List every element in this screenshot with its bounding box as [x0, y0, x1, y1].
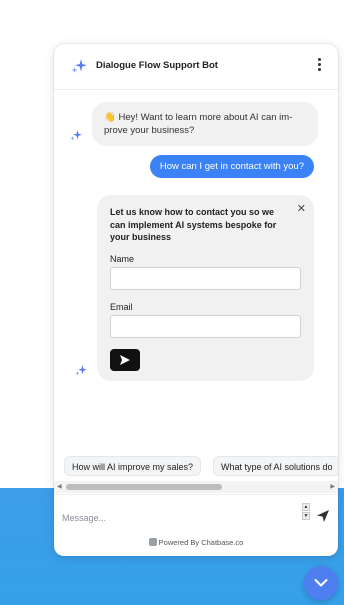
scroll-right-icon[interactable]: ▶ [330, 483, 335, 490]
scrollbar-thumb[interactable] [66, 484, 222, 490]
contact-form-card: ✕ Let us know how to contact you so we c… [97, 195, 314, 381]
resize-stepper[interactable]: ▲ ▼ [302, 503, 312, 525]
chevron-down-icon [314, 579, 328, 587]
message-input[interactable]: Message... [62, 513, 106, 523]
suggestion-chip[interactable]: How will AI improve my sales? [64, 456, 202, 476]
send-arrow-icon [120, 355, 130, 365]
powered-by-footer[interactable]: Powered By Chatbase.co [54, 538, 338, 547]
email-field[interactable] [110, 315, 301, 338]
bot-avatar-sparkle-icon [75, 365, 87, 376]
email-label: Email [110, 302, 133, 312]
chatbase-logo-icon [148, 538, 157, 546]
chat-header: Dialogue Flow Support Bot [54, 44, 338, 90]
suggestion-chip[interactable]: What type of AI solutions do [213, 456, 338, 476]
name-label: Name [110, 254, 135, 264]
chat-title: Dialogue Flow Support Bot [96, 60, 218, 71]
kebab-menu-icon[interactable] [316, 58, 322, 76]
chevron-up-icon[interactable]: ▲ [302, 503, 310, 511]
contact-form-heading: Let us know how to contact you so we can… [110, 207, 277, 242]
name-field[interactable] [110, 267, 301, 290]
powered-by-text: Powered By Chatbase.co [158, 538, 244, 547]
sparkle-icon [71, 59, 87, 73]
chat-widget: Dialogue Flow Support Bot 👋 Hey! Want to… [54, 44, 338, 556]
suggestion-chips: How will AI improve my sales? What type … [54, 456, 338, 478]
user-message-bubble: How can I get in contact with you? [149, 155, 314, 178]
close-icon[interactable]: ✕ [297, 202, 306, 215]
message-composer: Message... ▲ ▼ [54, 494, 338, 534]
toggle-chat-button[interactable] [304, 566, 338, 600]
scroll-left-icon[interactable]: ◀ [57, 483, 62, 490]
bot-avatar-sparkle-icon [70, 130, 82, 141]
send-icon[interactable] [316, 509, 330, 523]
chevron-down-icon[interactable]: ▼ [302, 512, 310, 520]
bot-message-bubble: 👋 Hey! Want to learn more about AI can i… [92, 102, 318, 146]
horizontal-scrollbar[interactable]: ◀ ▶ [54, 481, 338, 493]
form-submit-button[interactable] [110, 349, 140, 371]
